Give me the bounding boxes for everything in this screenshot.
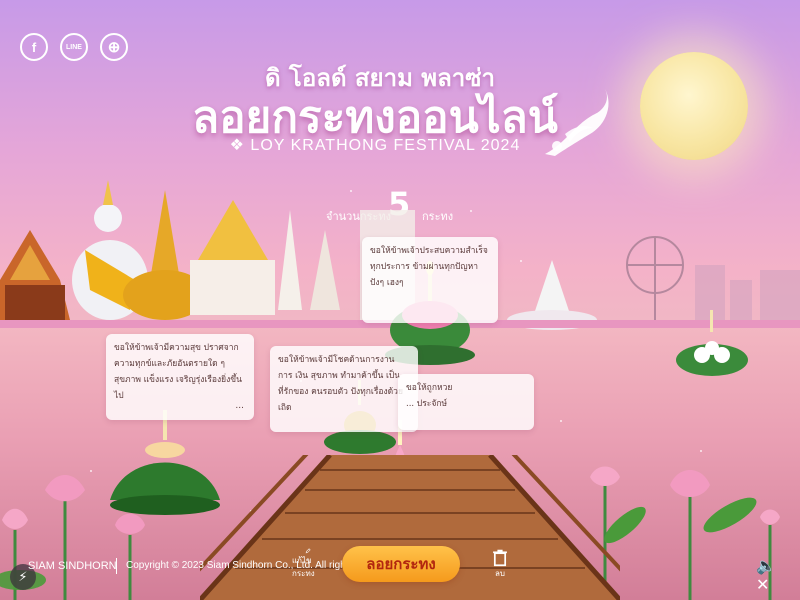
wish-message[interactable]: ขอให้ข้าพเจ้าประสบความสำเร็จ ทุกประการ ข… [362,237,498,323]
facebook-icon[interactable]: f [20,33,48,61]
brand-logo: SIAM SINDHORN [28,560,117,572]
thai-ornament-icon [545,89,609,156]
wish-message[interactable]: ขอให้ข้าพเจ้ามีโชคด้านการงาน การ เงิน สุ… [270,346,418,432]
sparkle [700,450,702,452]
wish-text: ขอให้ข้าพเจ้ามีโชคด้านการงาน การ เงิน สุ… [278,355,403,413]
wish-message[interactable]: ขอให้ข้าพเจ้ามีความสุข ปราศจาก ความทุกข์… [106,334,254,420]
mute-toggle[interactable]: 🔈✕ [756,556,782,594]
wish-text: ขอให้ข้าพเจ้าประสบความสำเร็จ ทุกประการ ข… [370,246,488,288]
festival-subtitle: ❖ LOY KRATHONG FESTIVAL 2024 [229,137,521,154]
globe-icon[interactable]: ⊕ [100,33,128,61]
line-icon[interactable]: LINE [60,33,88,61]
sparkle [560,420,562,422]
float-krathong-button[interactable]: ลอยกระทง [342,546,460,582]
edit-krathong-button[interactable]: แก้ไขกระทง [292,548,324,580]
trash-icon [493,549,507,567]
wish-more: ... ประจักษ์ [406,399,448,409]
wish-text: ขอให้ถูกหวย [406,383,453,393]
edit-label: แก้ไขกระทง [292,556,315,578]
krathong-float[interactable] [672,310,752,390]
wish-text: ขอให้ข้าพเจ้ามีความสุข ปราศจาก ความทุกข์… [114,343,242,401]
wish-message[interactable]: ขอให้ถูกหวย ... ประจักษ์ [398,374,534,430]
footer-divider [116,558,117,574]
delete-label: ลบ [495,569,505,578]
full-moon [640,52,748,160]
wish-more: ... [235,401,244,411]
delete-button[interactable]: ลบ [484,548,516,580]
festival-scene: f LINE ⊕ ดิ โอลด์ สยาม พลาซ่า ลอยกระทงออ… [0,0,800,600]
